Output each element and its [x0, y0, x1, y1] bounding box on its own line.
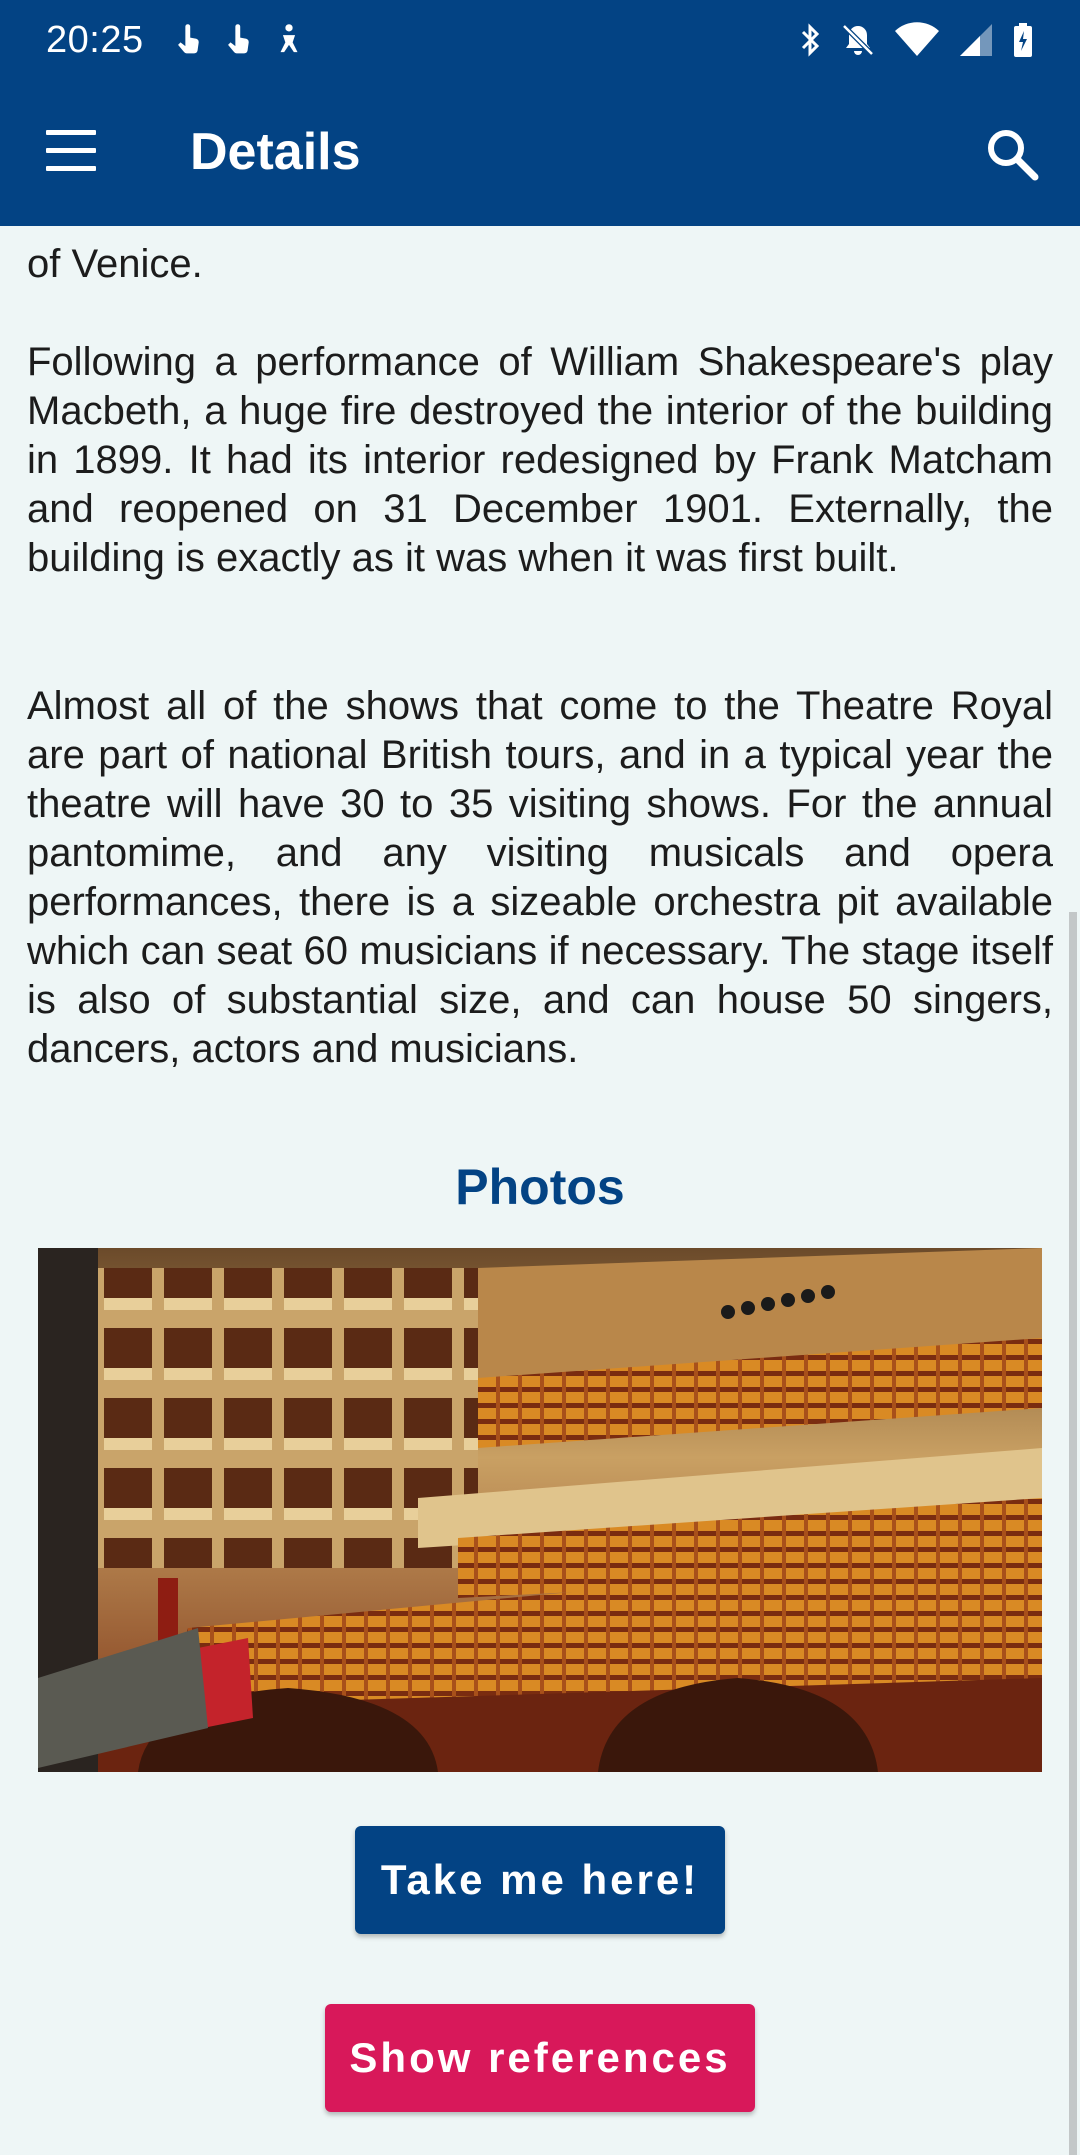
- description-text-tail: of Venice.: [27, 242, 203, 286]
- mute-icon: [842, 24, 874, 56]
- status-time: 20:25: [46, 18, 144, 61]
- app-bar: Details: [0, 80, 1080, 226]
- details-screen: 20:25 Details of Venice. Following a per…: [0, 0, 1080, 2155]
- accessibility-icon: [280, 24, 298, 53]
- bluetooth-icon: [801, 23, 820, 57]
- content-area[interactable]: of Venice. Following a performance of Wi…: [0, 226, 1080, 2155]
- description-paragraph: Following a performance of William Shake…: [27, 340, 1053, 580]
- description-paragraph: Almost all of the shows that come to the…: [27, 684, 1053, 1071]
- hand-touch-icon: [177, 24, 199, 54]
- take-me-here-button[interactable]: Take me here!: [355, 1826, 725, 1934]
- status-bar: 20:25: [0, 0, 1080, 80]
- notification-icons: [174, 23, 304, 57]
- wifi-icon: [895, 22, 939, 56]
- hamburger-menu-icon[interactable]: [46, 130, 100, 176]
- photos-heading: Photos: [455, 1159, 625, 1215]
- page-title: Details: [190, 123, 361, 181]
- battery-icon: [1014, 23, 1032, 57]
- hand-touch-icon: [227, 24, 249, 54]
- search-icon[interactable]: [984, 126, 1040, 182]
- scrollbar[interactable]: [1069, 912, 1077, 2155]
- signal-icon: [960, 24, 992, 56]
- theatre-interior-photo[interactable]: [38, 1248, 1042, 1772]
- show-references-button[interactable]: Show references: [325, 2004, 755, 2112]
- system-icons: [800, 22, 1034, 58]
